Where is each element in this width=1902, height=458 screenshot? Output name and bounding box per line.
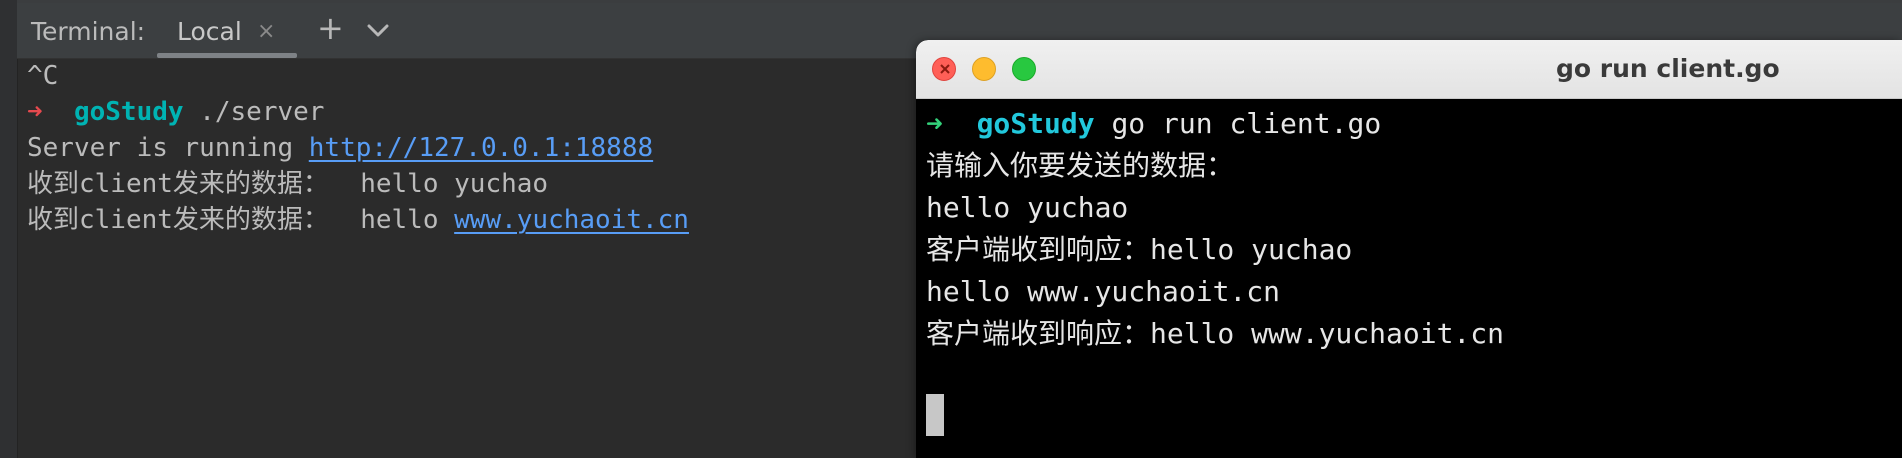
output-line: hello www.yuchaoit.cn	[926, 275, 1281, 308]
received-url-link[interactable]: www.yuchaoit.cn	[454, 205, 689, 235]
output-line: 收到client发来的数据： hello www.yuchaoit.cn	[27, 202, 689, 238]
prompt-directory: goStudy	[976, 107, 1095, 140]
prompt-command: ./server	[183, 97, 325, 127]
output-line: 收到client发来的数据： hello yuchao	[27, 166, 548, 202]
output-line: ^C	[27, 58, 58, 94]
ide-left-toolstrip	[0, 0, 18, 458]
prompt-directory: goStudy	[73, 97, 184, 127]
plus-icon[interactable]: +	[317, 12, 344, 44]
interrupt-text: ^C	[27, 61, 59, 91]
output-line: hello yuchao	[926, 191, 1129, 224]
prompt-arrow-icon: ➜	[27, 97, 43, 127]
close-icon[interactable]: ×	[257, 21, 275, 43]
tab-local[interactable]: Local ×	[157, 3, 313, 58]
tab-active-indicator	[157, 53, 297, 58]
output-line: 客户端收到响应：hello www.yuchaoit.cn	[926, 317, 1505, 350]
output-line: 客户端收到响应：hello yuchao	[926, 233, 1353, 266]
prompt-line: ➜ goStudy go run client.go	[926, 104, 1381, 144]
received-data-text: 收到client发来的数据： hello	[27, 205, 455, 235]
text-cursor	[926, 394, 944, 436]
output-line: 请输入你要发送的数据：	[926, 149, 1235, 182]
window-minimize-button[interactable]	[972, 57, 996, 81]
tab-local-label: Local	[177, 17, 242, 46]
window-zoom-button[interactable]	[1012, 57, 1036, 81]
window-titlebar[interactable]: go run client.go	[916, 40, 1902, 99]
terminal-panel-title: Terminal:	[31, 17, 146, 46]
output-line: Server is running http://127.0.0.1:18888	[27, 130, 653, 166]
window-title: go run client.go	[1556, 54, 1780, 83]
prompt-line: ➜ goStudy ./server	[27, 94, 324, 130]
server-status-text: Server is running	[27, 133, 309, 163]
macos-terminal-window[interactable]: go run client.go ➜ goStudy go run client…	[916, 40, 1902, 458]
window-close-button[interactable]	[932, 57, 956, 81]
server-url-link[interactable]: http://127.0.0.1:18888	[309, 133, 653, 163]
prompt-command: go run client.go	[1094, 107, 1382, 140]
close-icon	[940, 64, 950, 74]
prompt-arrow-icon: ➜	[926, 107, 943, 140]
received-data-text: 收到client发来的数据： hello yuchao	[27, 169, 549, 199]
chevron-down-icon[interactable]	[365, 17, 391, 43]
